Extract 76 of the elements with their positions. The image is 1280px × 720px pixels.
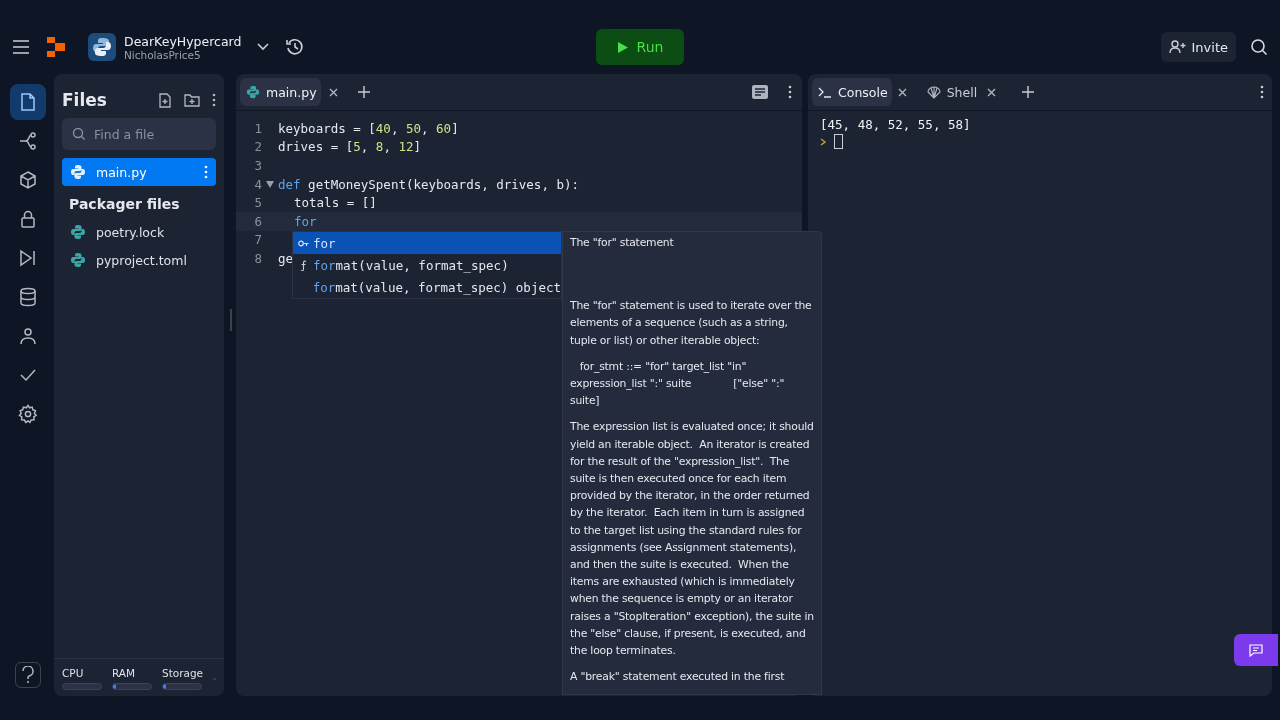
more-icon[interactable]: [788, 85, 792, 99]
suggestion-item[interactable]: format(value, format_spec): [293, 254, 561, 276]
python-icon: [70, 224, 86, 240]
code-line: ge: [278, 250, 294, 266]
python-icon: [70, 252, 86, 268]
line-number: 4: [253, 176, 262, 192]
python-icon: [246, 85, 260, 99]
repl-name: DearKeyHypercard: [124, 33, 242, 49]
meter-label: Storage: [162, 667, 204, 679]
line-number: 6: [253, 213, 262, 229]
file-item[interactable]: pyproject.toml: [62, 246, 216, 274]
key-icon: [297, 239, 309, 247]
editor-tab[interactable]: main.py: [240, 78, 321, 106]
shell-icon: [926, 85, 941, 99]
line-number: 2: [253, 139, 262, 155]
doc-paragraph: for_stmt ::= "for" target_list "in" expression_list ":" suite ["else" ":" suite]: [570, 358, 786, 410]
console-tab[interactable]: Console: [812, 78, 892, 106]
line-number: 8: [253, 250, 262, 266]
line-number: 7: [253, 232, 262, 248]
doc-paragraph: The "for" statement is used to iterate over the elements of a sequence (such as a string, tuple or list) or other iterable object:: [570, 298, 813, 349]
add-person-icon: [1168, 40, 1186, 54]
invite-button[interactable]: Invite: [1160, 32, 1236, 62]
chat-icon[interactable]: [1234, 634, 1278, 666]
logo-icon[interactable]: [46, 36, 66, 58]
code-line: for: [294, 213, 317, 229]
meter-track: [62, 683, 102, 690]
search-icon: [72, 127, 86, 141]
close-icon[interactable]: [987, 87, 997, 97]
doc-paragraph: A "break" statement executed in the first: [570, 669, 786, 686]
files-title: Files: [62, 90, 107, 110]
meter-track: [162, 683, 202, 690]
suggestion-item[interactable]: format(value, format_spec) object: [293, 276, 561, 298]
file-item[interactable]: main.py: [62, 158, 216, 186]
python-icon[interactable]: [88, 33, 116, 61]
close-icon[interactable]: [328, 87, 338, 97]
terminal-icon: [818, 86, 832, 98]
search-icon[interactable]: [1250, 38, 1268, 56]
add-tab-icon[interactable]: [1022, 86, 1035, 98]
more-icon[interactable]: [212, 93, 216, 107]
line-number: 5: [253, 195, 262, 211]
add-tab-icon[interactable]: [357, 86, 370, 98]
history-icon[interactable]: [285, 37, 306, 57]
chevron-down-icon[interactable]: [257, 43, 270, 51]
search-field[interactable]: Find a file: [62, 118, 216, 150]
line-number: 3: [253, 158, 262, 173]
new-folder-icon[interactable]: [184, 93, 200, 107]
doc-paragraph: The expression list is evaluated once; it should yield an iterable object. An iterator is created for the result of the "expression_list". The suite is then executed once for each item provided by the iterator, in the order returned by the iterator. Each item in turn is assigned to the target list using the standard rules for assignments (see Assignment statements), and then the suite is executed. When the items are exhausted (which is immediately when the sequence is empty or an iterator raises a "StopIteration" exception), the suite in the "else" clause, if present, is executed, and the loop terminates.: [570, 419, 814, 660]
code-line: totals = []: [294, 195, 377, 211]
meter-track: [112, 683, 152, 690]
function-icon: [299, 259, 307, 271]
text-cursor: [834, 134, 843, 149]
code-line: drives = [5, 8, 12]: [278, 139, 422, 155]
play-icon: [616, 40, 629, 54]
new-file-icon[interactable]: [158, 92, 172, 108]
console-output: [45, 48, 52, 55, 58]: [820, 117, 972, 132]
console-tab[interactable]: Shell: [920, 78, 982, 106]
fold-icon[interactable]: [266, 180, 274, 188]
close-icon[interactable]: [897, 87, 907, 97]
code-line: def getMoneySpent(keyboards, drives, b):: [278, 176, 580, 192]
format-icon[interactable]: [752, 85, 768, 99]
file-item[interactable]: poetry.lock: [62, 218, 216, 246]
code-line: keyboards = [40, 50, 60]: [278, 120, 459, 136]
prompt-icon: [820, 137, 826, 146]
menu-icon[interactable]: [12, 40, 30, 54]
run-button[interactable]: Run: [596, 29, 684, 65]
line-number: 1: [253, 120, 262, 136]
doc-title: The "for" statement: [570, 235, 675, 251]
file-icon[interactable]: [10, 84, 46, 120]
meter-label: RAM: [112, 667, 137, 679]
more-icon[interactable]: [1260, 85, 1264, 99]
owner-name: NicholasPrice5: [124, 48, 201, 61]
help-icon[interactable]: [15, 662, 41, 688]
section-title: Packager files: [68, 195, 181, 214]
meter-label: CPU: [62, 667, 85, 679]
suggestion-item[interactable]: for: [293, 232, 561, 254]
python-icon: [70, 164, 86, 180]
